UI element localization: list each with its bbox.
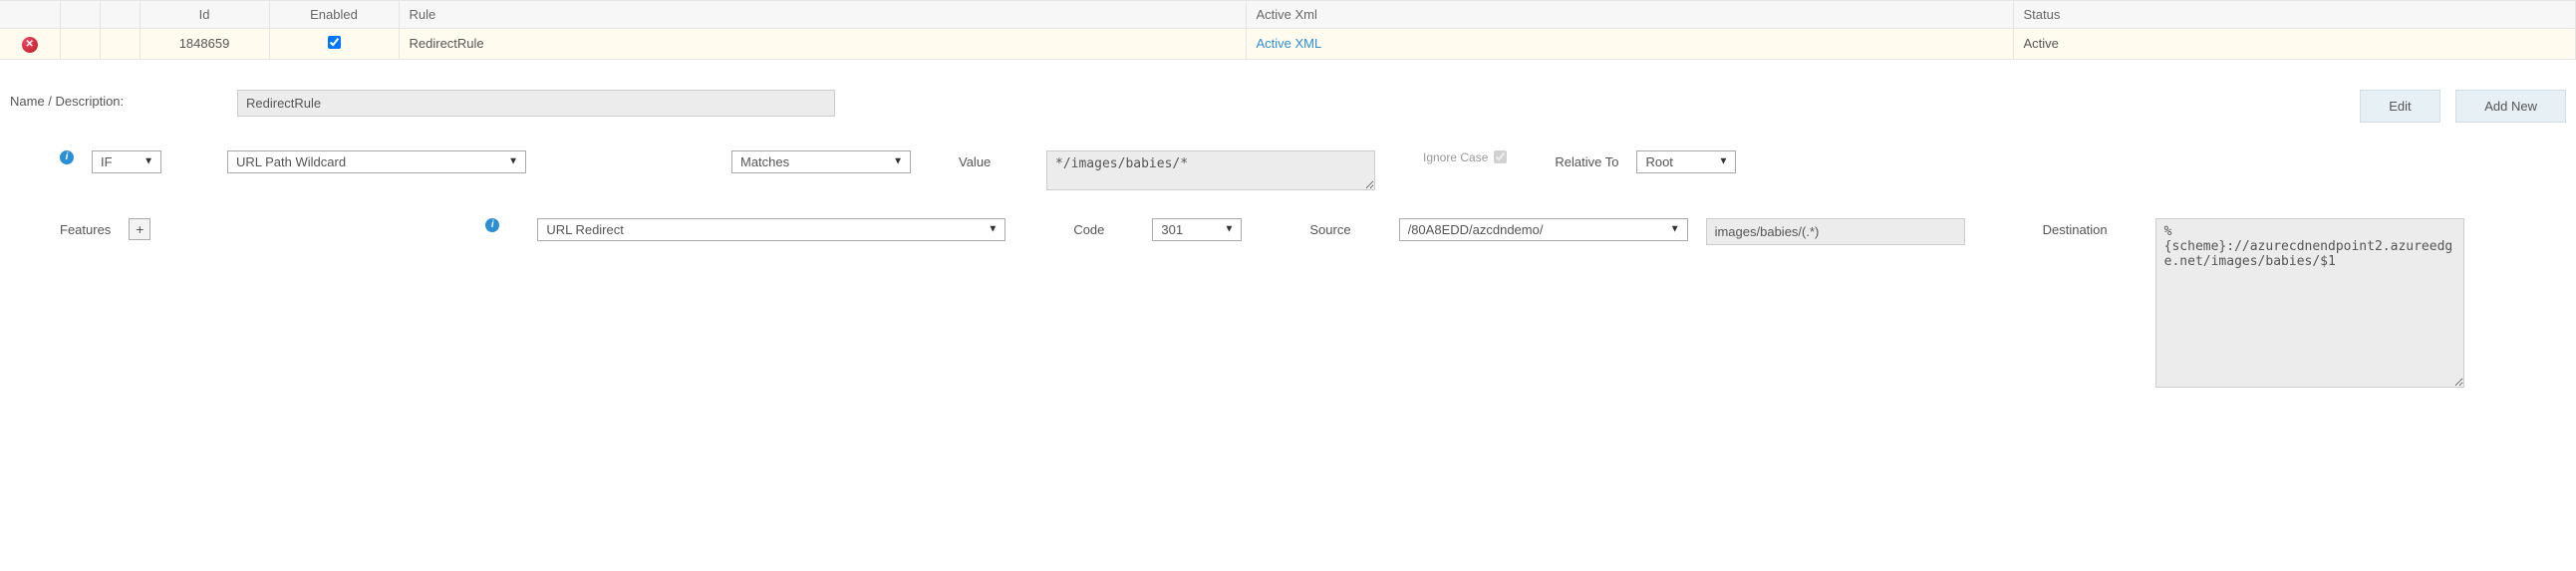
info-icon[interactable]: i	[485, 218, 499, 232]
col-header-blank	[0, 1, 60, 29]
edit-button[interactable]: Edit	[2360, 90, 2439, 123]
source-regex-input[interactable]	[1706, 218, 1965, 245]
relative-to-label: Relative To	[1555, 150, 1618, 169]
cell-id: 1848659	[140, 29, 269, 60]
add-feature-button[interactable]: +	[129, 218, 150, 240]
condition-if-select[interactable]: IF	[92, 150, 161, 173]
col-header-activexml: Active Xml	[1246, 1, 2013, 29]
col-header-status: Status	[2013, 1, 2576, 29]
value-label: Value	[959, 150, 1028, 169]
cell-rule: RedirectRule	[399, 29, 1246, 60]
rules-table: Id Enabled Rule Active Xml Status ✕ 1848…	[0, 0, 2576, 60]
cell-status: Active	[2013, 29, 2576, 60]
feature-type-select[interactable]: URL Redirect	[537, 218, 1005, 241]
col-header-enabled: Enabled	[269, 1, 399, 29]
match-operator-select[interactable]: Matches	[731, 150, 911, 173]
destination-label: Destination	[2043, 218, 2108, 237]
code-label: Code	[1073, 218, 1104, 237]
code-select[interactable]: 301	[1152, 218, 1242, 241]
ignore-case-label: Ignore Case	[1423, 150, 1488, 164]
ignore-case-checkbox[interactable]	[1494, 150, 1507, 163]
col-header-blank	[100, 1, 140, 29]
table-row[interactable]: ✕ 1848659 RedirectRule Active XML Active	[0, 29, 2576, 60]
col-header-blank	[60, 1, 100, 29]
name-input[interactable]	[237, 90, 835, 117]
add-new-button[interactable]: Add New	[2455, 90, 2566, 123]
features-label: Features	[60, 218, 111, 237]
col-header-id: Id	[140, 1, 269, 29]
source-label: Source	[1309, 218, 1350, 237]
enabled-checkbox[interactable]	[328, 36, 341, 49]
relative-to-select[interactable]: Root	[1636, 150, 1736, 173]
match-type-select[interactable]: URL Path Wildcard	[227, 150, 526, 173]
col-header-rule: Rule	[399, 1, 1246, 29]
name-label: Name / Description:	[10, 90, 219, 109]
source-path-select[interactable]: /80A8EDD/azcdndemo/	[1399, 218, 1688, 241]
active-xml-link[interactable]: Active XML	[1257, 36, 1322, 51]
destination-textarea[interactable]: %{scheme}://azurecdnendpoint2.azureedge.…	[2155, 218, 2464, 388]
info-icon[interactable]: i	[60, 150, 74, 164]
rule-editor: Name / Description: Edit Add New i IF UR…	[0, 60, 2576, 426]
value-textarea[interactable]: */images/babies/*	[1046, 150, 1375, 190]
delete-icon[interactable]: ✕	[22, 37, 38, 53]
